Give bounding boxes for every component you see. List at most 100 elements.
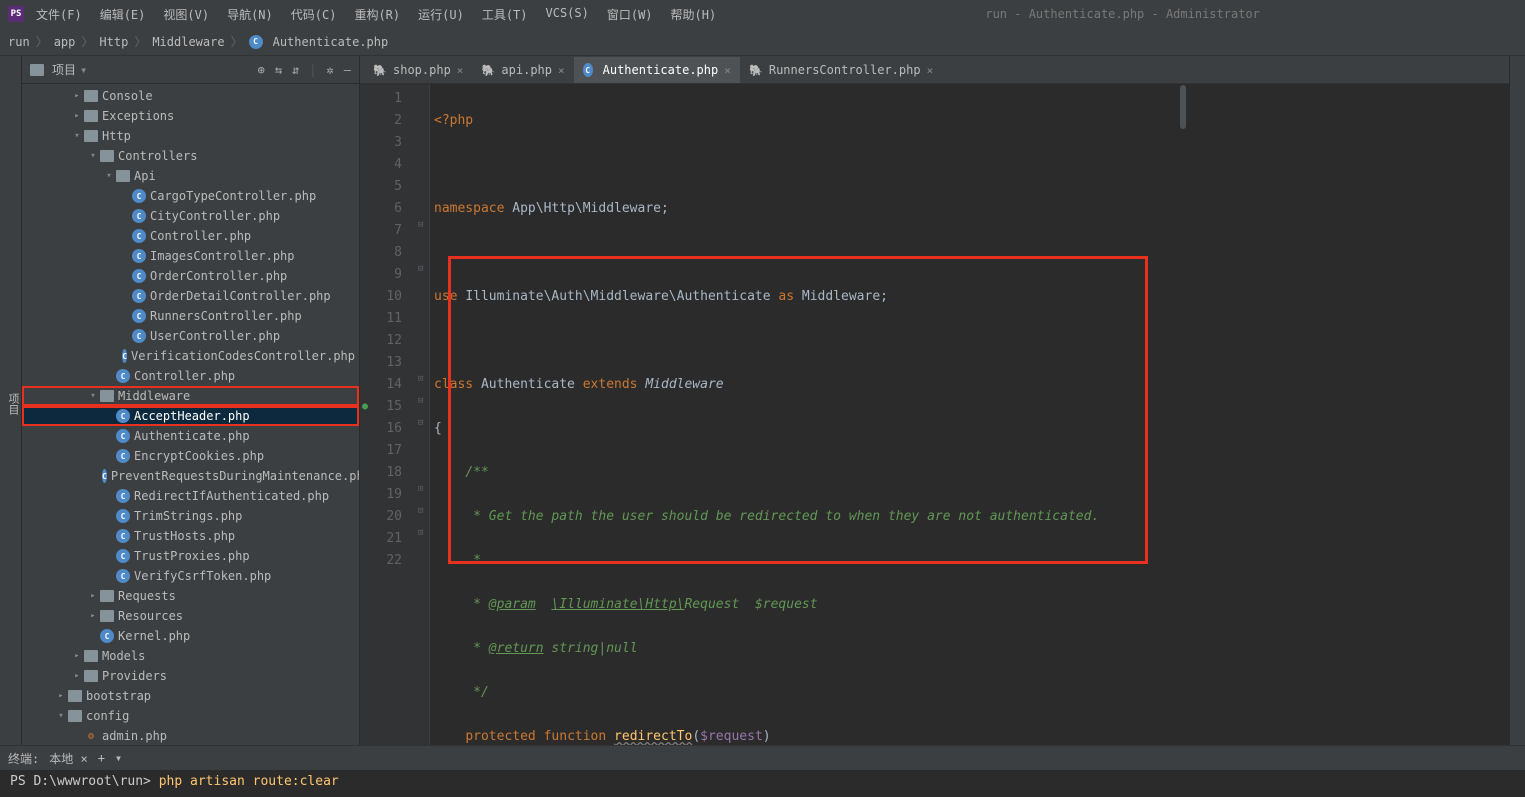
- line-number: 21: [364, 528, 402, 550]
- menu-tools[interactable]: 工具(T): [474, 2, 536, 27]
- tree-arrow-icon[interactable]: ▸: [70, 651, 84, 661]
- tree-arrow-icon[interactable]: ▾: [86, 391, 100, 401]
- scrollbar-thumb[interactable]: [1180, 85, 1186, 129]
- menu-view[interactable]: 视图(V): [155, 2, 217, 27]
- tree-item-providers[interactable]: ▸Providers: [22, 666, 359, 686]
- tree-item-console[interactable]: ▸Console: [22, 86, 359, 106]
- terminal-tab-local[interactable]: 本地 ×: [49, 750, 87, 767]
- close-icon[interactable]: ×: [927, 64, 934, 77]
- terminal-dropdown-icon[interactable]: ▾: [115, 751, 122, 765]
- tree-item-requests[interactable]: ▸Requests: [22, 586, 359, 606]
- tree-item-label: Resources: [118, 609, 183, 623]
- terminal-add-icon[interactable]: +: [98, 751, 105, 765]
- tree-item-exceptions[interactable]: ▸Exceptions: [22, 106, 359, 126]
- tree-item-imagescontroller-php[interactable]: CImagesController.php: [22, 246, 359, 266]
- tree-item-admin-php[interactable]: ⚙admin.php: [22, 726, 359, 745]
- tree-item-middleware[interactable]: ▾Middleware: [22, 386, 359, 406]
- tree-arrow-icon[interactable]: ▸: [86, 591, 100, 601]
- tree-item-preventrequestsduringmaintenance-php[interactable]: CPreventRequestsDuringMaintenance.php: [22, 466, 359, 486]
- tree-item-runnerscontroller-php[interactable]: CRunnersController.php: [22, 306, 359, 326]
- tree-item-config[interactable]: ▾config: [22, 706, 359, 726]
- tree-item-citycontroller-php[interactable]: CCityController.php: [22, 206, 359, 226]
- tree-arrow-icon[interactable]: ▸: [70, 91, 84, 101]
- tree-arrow-icon[interactable]: ▾: [54, 711, 68, 721]
- menu-navigate[interactable]: 导航(N): [219, 2, 281, 27]
- tree-arrow-icon[interactable]: ▸: [86, 611, 100, 621]
- tree-item-trusthosts-php[interactable]: CTrustHosts.php: [22, 526, 359, 546]
- tree-item-authenticate-php[interactable]: CAuthenticate.php: [22, 426, 359, 446]
- target-icon[interactable]: ⊕: [258, 63, 265, 77]
- tree-arrow-icon[interactable]: ▸: [70, 671, 84, 681]
- tree-item-controllers[interactable]: ▾Controllers: [22, 146, 359, 166]
- tree-item-redirectifauthenticated-php[interactable]: CRedirectIfAuthenticated.php: [22, 486, 359, 506]
- tree-item-http[interactable]: ▾Http: [22, 126, 359, 146]
- tree-item-label: CityController.php: [150, 209, 280, 223]
- tree-arrow-icon[interactable]: ▾: [70, 131, 84, 141]
- fold-marker-icon[interactable]: ⊡: [418, 506, 423, 516]
- menu-file[interactable]: 文件(F): [28, 2, 90, 27]
- tree-arrow-icon[interactable]: ▸: [54, 691, 68, 701]
- breadcrumb-item[interactable]: Authenticate.php: [273, 35, 389, 49]
- tree-item-cargotypecontroller-php[interactable]: CCargoTypeController.php: [22, 186, 359, 206]
- collapse-icon[interactable]: ⇆: [275, 63, 282, 77]
- terminal-body[interactable]: PS D:\wwwroot\run> php artisan route:cle…: [0, 770, 1525, 797]
- tree-item-api[interactable]: ▾Api: [22, 166, 359, 186]
- tree-item-resources[interactable]: ▸ Resources: [22, 606, 359, 626]
- tree-arrow-icon[interactable]: ▸: [70, 111, 84, 121]
- tree-item-encryptcookies-php[interactable]: CEncryptCookies.php: [22, 446, 359, 466]
- hide-icon[interactable]: —: [344, 63, 351, 77]
- php-file-icon: 🐘: [481, 63, 495, 77]
- tree-item-trustproxies-php[interactable]: CTrustProxies.php: [22, 546, 359, 566]
- fold-marker-icon[interactable]: ⊟: [418, 418, 423, 428]
- tree-arrow-icon[interactable]: ▾: [102, 171, 116, 181]
- tree-item-kernel-php[interactable]: CKernel.php: [22, 626, 359, 646]
- tree-item-bootstrap[interactable]: ▸bootstrap: [22, 686, 359, 706]
- breadcrumb-item[interactable]: app: [54, 35, 76, 49]
- close-icon[interactable]: ×: [724, 64, 731, 77]
- menu-code[interactable]: 代码(C): [283, 2, 345, 27]
- tree-item-controller-php[interactable]: CController.php: [22, 366, 359, 386]
- menu-run[interactable]: 运行(U): [410, 2, 472, 27]
- fold-strip[interactable]: ⊟ ⊟ ⊡ ⊟ ⊟ ⊡ ⊡ ⊡: [416, 84, 430, 745]
- tree-arrow-icon[interactable]: ▾: [86, 151, 100, 161]
- project-tree[interactable]: ▸Console▸Exceptions▾Http▾Controllers▾Api…: [22, 84, 359, 745]
- editor-tab-api-php[interactable]: 🐘api.php×: [472, 57, 573, 83]
- tree-item-trimstrings-php[interactable]: CTrimStrings.php: [22, 506, 359, 526]
- fold-marker-icon[interactable]: ⊟: [418, 264, 423, 274]
- menu-refactor[interactable]: 重构(R): [346, 2, 408, 27]
- fold-marker-icon[interactable]: ⊡: [418, 374, 423, 384]
- tree-item-ordercontroller-php[interactable]: COrderController.php: [22, 266, 359, 286]
- tree-item-verifycsrftoken-php[interactable]: CVerifyCsrfToken.php: [22, 566, 359, 586]
- gear-icon[interactable]: ✲: [327, 63, 334, 77]
- code-area[interactable]: ● 12345678910111213141516171819202122 ⊟ …: [360, 84, 1525, 745]
- menu-vcs[interactable]: VCS(S): [538, 2, 597, 27]
- left-toolstrip-project[interactable]: 项目: [0, 56, 22, 745]
- menu-window[interactable]: 窗口(W): [599, 2, 661, 27]
- breadcrumb-item[interactable]: run: [8, 35, 30, 49]
- fold-marker-icon[interactable]: ⊡: [418, 528, 423, 538]
- editor-tab-shop-php[interactable]: 🐘shop.php×: [364, 57, 472, 83]
- tree-item-usercontroller-php[interactable]: CUserController.php: [22, 326, 359, 346]
- tree-item-orderdetailcontroller-php[interactable]: COrderDetailController.php: [22, 286, 359, 306]
- close-icon[interactable]: ×: [558, 64, 565, 77]
- expand-icon[interactable]: ⇵: [292, 63, 299, 77]
- code-content[interactable]: <?php namespace App\Http\Middleware; use…: [430, 84, 1525, 745]
- dropdown-icon[interactable]: ▾: [80, 63, 87, 77]
- fold-marker-icon[interactable]: ⊟: [418, 220, 423, 230]
- tree-item-models[interactable]: ▸Models: [22, 646, 359, 666]
- fold-marker-icon[interactable]: ⊡: [418, 484, 423, 494]
- tree-item-verificationcodescontroller-php[interactable]: CVerificationCodesController.php: [22, 346, 359, 366]
- menu-help[interactable]: 帮助(H): [663, 2, 725, 27]
- editor-tab-runnerscontroller-php[interactable]: 🐘RunnersController.php×: [740, 57, 942, 83]
- line-number: 6: [364, 198, 402, 220]
- menu-edit[interactable]: 编辑(E): [92, 2, 154, 27]
- tree-item-label: TrustHosts.php: [134, 529, 235, 543]
- fold-marker-icon[interactable]: ⊟: [418, 396, 423, 406]
- close-icon[interactable]: ×: [457, 64, 464, 77]
- folder-icon: [100, 590, 114, 602]
- breadcrumb-item[interactable]: Middleware: [152, 35, 224, 49]
- breadcrumb-item[interactable]: Http: [99, 35, 128, 49]
- tree-item-controller-php[interactable]: CController.php: [22, 226, 359, 246]
- editor-tab-authenticate-php[interactable]: CAuthenticate.php×: [574, 57, 740, 83]
- tree-item-acceptheader-php[interactable]: CAcceptHeader.php: [22, 406, 359, 426]
